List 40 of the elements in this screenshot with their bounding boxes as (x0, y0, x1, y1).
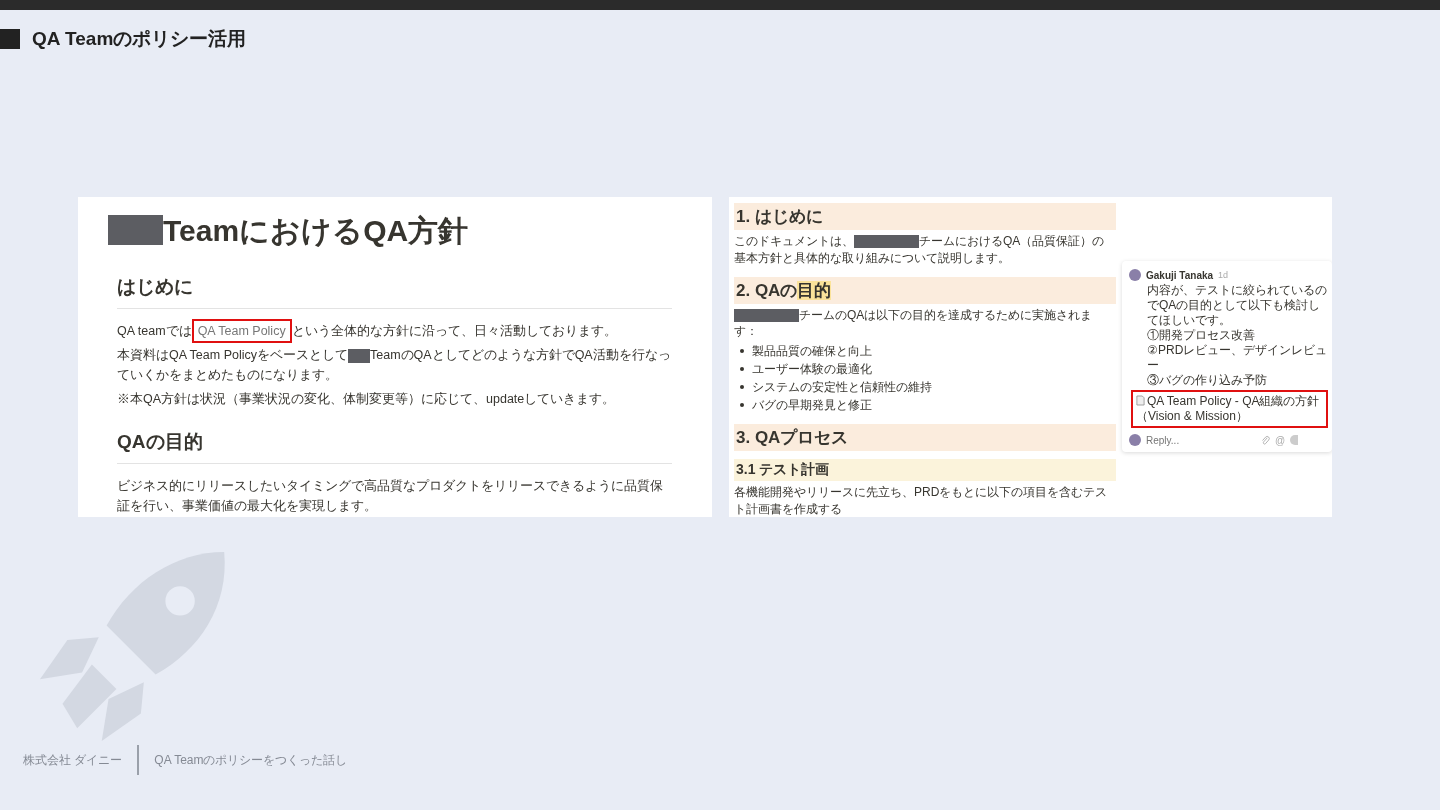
bullet-icon (740, 385, 744, 390)
comment-text: ①開発プロセス改善 (1146, 328, 1256, 343)
bullet-icon (740, 349, 744, 354)
comment-time: 1d (1218, 270, 1229, 280)
avatar-icon (1129, 269, 1141, 281)
list-item: バグの早期発見と修正 (752, 396, 872, 414)
company-name: 株式会社 ダイニー (23, 751, 123, 769)
deck-title: QA Teamのポリシーをつくった話し (154, 751, 348, 769)
list-item: システムの安定性と信頼性の維持 (752, 378, 932, 396)
slide-title: QA Teamのポリシー活用 (32, 27, 247, 51)
paragraph: 各機能開発やリリースに先立ち、PRDをもとに以下の項目を含むテスト計画書を作成する (734, 484, 1109, 517)
comment-author: Gakuji Tanaka (1146, 269, 1214, 281)
subsection-heading-band: 3.1 テスト計画 (734, 459, 1116, 482)
page-link[interactable]: QA Team Policy (191, 319, 292, 343)
section-heading: はじめに (117, 274, 672, 309)
list-item: 製品品質の確保と向上 (752, 342, 872, 360)
attachment-icon (1261, 434, 1270, 446)
paragraph: ビジネス的にリリースしたいタイミングで高品質なプロダクトをリリースできるように品質保証を行い、事業価値の最大化を実現します。 (117, 478, 664, 515)
paragraph: 本資料はQA Team Policyをベースとして TeamのQAとしてどのような方針でQA活動を行なっていくかをまとめたものになります。 (117, 347, 672, 384)
title-marker (0, 29, 20, 49)
section-heading-band: 1. はじめに (734, 203, 1116, 230)
comment-text: 内容が、テストに絞られているのでQAの目的として以下も検討してほしいです。 (1146, 283, 1328, 328)
comment-text: ②PRDレビュー、デザインレビュー (1146, 343, 1329, 373)
paragraph: チームのQAは以下の目的を達成するために実施されます： (734, 306, 1094, 341)
section-heading-band: 3. QAプロセス (734, 424, 1116, 452)
document-title: TeamにおけるQA方針 (108, 211, 672, 252)
bullet-icon (740, 403, 744, 408)
reply-field[interactable]: Reply... (1146, 434, 1256, 446)
comment-text: ③バグの作り込み予防 (1146, 373, 1268, 388)
mention-button[interactable]: @ (1275, 434, 1286, 446)
section-heading-band: 2. QAの目的 (734, 276, 1116, 304)
avatar-icon (1129, 434, 1141, 446)
paragraph: QA teamでは QA Team Policy という全体的な方針に沿って、日々活動しております。 (117, 321, 672, 341)
list-item: ユーザー体験の最適化 (752, 360, 872, 378)
page-mention-link[interactable]: QA Team Policy - QA組織の方針（Vision & Mission） (1131, 390, 1328, 428)
paragraph: ※本QA方針は状況（事業状況の変化、体制変更等）に応じて、updateしていきます。 (117, 391, 617, 408)
bullet-icon (740, 367, 744, 372)
section-heading: QAの目的 (117, 429, 672, 464)
page-icon (1136, 395, 1145, 406)
paragraph: このドキュメントは、 チームにおけるQA（品質保証）の基本方針と具体的な取り組みについて説明します。 (734, 233, 1106, 267)
